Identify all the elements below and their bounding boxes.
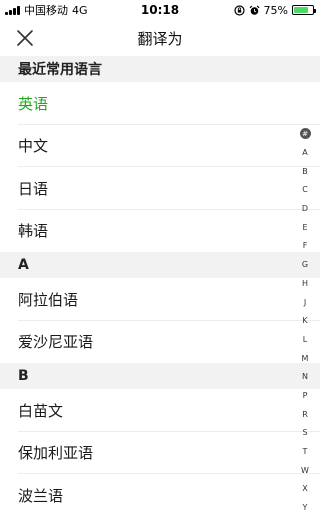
status-right: 75% bbox=[233, 3, 316, 17]
language-item-hmong[interactable]: 白苗文 bbox=[0, 389, 320, 432]
index-hash[interactable]: # bbox=[299, 128, 311, 139]
index-letter-h[interactable]: H bbox=[302, 275, 308, 294]
index-letter-t[interactable]: T bbox=[303, 443, 308, 462]
index-letter-c[interactable]: C bbox=[302, 181, 308, 200]
index-letter-g[interactable]: G bbox=[302, 256, 308, 275]
index-letter-a[interactable]: A bbox=[302, 144, 307, 163]
index-letter-p[interactable]: P bbox=[303, 387, 308, 406]
index-letter-k[interactable]: K bbox=[302, 312, 307, 331]
page-title: 翻译为 bbox=[137, 29, 183, 48]
close-icon[interactable] bbox=[14, 27, 36, 49]
index-letter-d[interactable]: D bbox=[302, 200, 308, 219]
language-item-arabic[interactable]: 阿拉伯语 bbox=[0, 278, 320, 321]
language-item-english[interactable]: 英语 bbox=[0, 82, 320, 125]
index-letter-j[interactable]: J bbox=[304, 294, 306, 313]
nav-bar: 翻译为 bbox=[0, 20, 320, 56]
index-letter-s[interactable]: S bbox=[302, 424, 307, 443]
battery-icon bbox=[292, 5, 316, 15]
alarm-icon bbox=[249, 5, 259, 15]
orientation-lock-icon bbox=[233, 4, 245, 16]
section-header-b: B bbox=[0, 363, 320, 389]
index-letter-n[interactable]: N bbox=[302, 368, 308, 387]
index-letter-r[interactable]: R bbox=[302, 406, 308, 425]
status-bar: 中国移动 4G 10:18 75% bbox=[0, 0, 320, 20]
index-letter-l[interactable]: L bbox=[303, 331, 307, 350]
battery-fill bbox=[294, 7, 308, 13]
battery-percent: 75% bbox=[263, 3, 288, 17]
alphabet-index[interactable]: # ABCDEFGHJKLMNPRSTWXYZ bbox=[298, 128, 312, 516]
language-item-polish[interactable]: 波兰语 bbox=[0, 474, 320, 516]
index-letter-e[interactable]: E bbox=[302, 219, 307, 238]
index-letter-y[interactable]: Y bbox=[303, 499, 308, 516]
language-item-chinese[interactable]: 中文 bbox=[0, 125, 320, 168]
index-letter-m[interactable]: M bbox=[302, 350, 309, 369]
language-item-japanese[interactable]: 日语 bbox=[0, 167, 320, 210]
index-letter-f[interactable]: F bbox=[303, 237, 308, 256]
language-item-bulgarian[interactable]: 保加利亚语 bbox=[0, 432, 320, 475]
language-item-estonian[interactable]: 爱沙尼亚语 bbox=[0, 321, 320, 364]
index-letter-b[interactable]: B bbox=[302, 163, 308, 182]
index-letter-w[interactable]: W bbox=[301, 462, 309, 481]
language-item-korean[interactable]: 韩语 bbox=[0, 210, 320, 253]
language-list[interactable]: 最近常用语言 英语 中文 日语 韩语 A 阿拉伯语 爱沙尼亚语 B 白苗文 保加… bbox=[0, 56, 320, 516]
section-header-recent: 最近常用语言 bbox=[0, 56, 320, 82]
index-letter-x[interactable]: X bbox=[302, 480, 307, 499]
section-header-a: A bbox=[0, 252, 320, 278]
